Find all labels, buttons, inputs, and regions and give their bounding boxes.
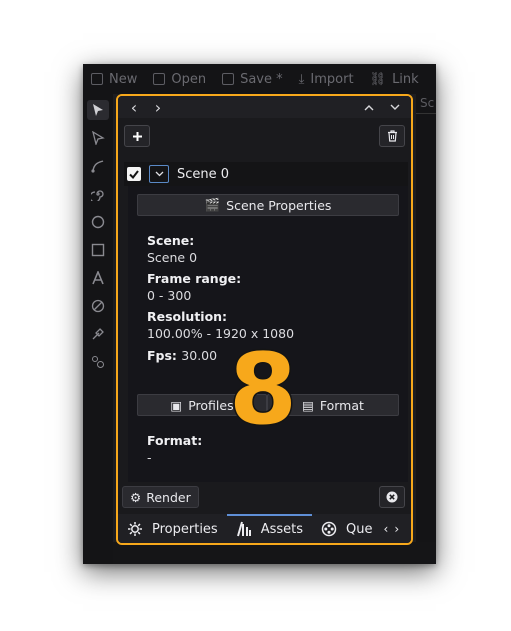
trash-icon — [387, 130, 397, 142]
picker-tool[interactable] — [87, 324, 109, 344]
film-reel-icon — [321, 521, 337, 537]
render-button[interactable]: ⚙ Render — [122, 486, 199, 508]
nav-back-icon[interactable]: ‹ — [126, 98, 142, 117]
toolbar-save[interactable]: Save * — [222, 72, 283, 87]
link-icon: ⛓ — [369, 71, 387, 87]
profiles-icon: ▣ — [170, 397, 183, 413]
eyedropper-icon — [92, 328, 104, 340]
format-field-value: - — [147, 450, 152, 465]
panel-toolbar — [118, 118, 411, 154]
plus-icon — [132, 131, 142, 141]
select-tool[interactable] — [87, 100, 109, 120]
format-field-label: Format: — [147, 433, 203, 448]
text-a-icon — [92, 271, 104, 285]
tab-properties-label: Properties — [152, 521, 218, 537]
scene-properties-button[interactable]: 🎬 Scene Properties — [137, 194, 399, 216]
slash-circle-icon — [91, 299, 105, 313]
format-label: Format — [319, 397, 364, 413]
stop-render-button[interactable] — [379, 486, 405, 508]
toolbar-open-label: Open — [171, 71, 207, 87]
square-icon — [91, 243, 105, 257]
eraser-tool[interactable] — [87, 296, 109, 316]
folder-icon — [153, 73, 166, 85]
fps-value: 30.00 — [181, 348, 218, 363]
clapperboard-icon: 🎬 — [204, 197, 221, 212]
new-file-icon — [91, 73, 103, 85]
save-icon — [222, 73, 235, 85]
film-icon: ▤ — [302, 397, 314, 413]
toolbar-new[interactable]: New — [91, 72, 137, 87]
pointer-icon — [93, 104, 103, 116]
tab-properties[interactable]: Properties — [118, 514, 227, 543]
bubbles-icon — [92, 356, 104, 368]
frame-range-value: 0 - 300 — [147, 288, 192, 303]
bubbles-tool[interactable] — [87, 352, 109, 372]
ellipse-tool[interactable] — [87, 212, 109, 232]
render-label: Render — [146, 489, 191, 505]
import-icon: ⤓ — [298, 71, 305, 87]
assets-icon — [236, 521, 251, 537]
chevron-up-icon[interactable] — [361, 99, 377, 115]
text-tool[interactable] — [87, 268, 109, 288]
tab-assets[interactable]: Assets — [226, 514, 313, 543]
toolbar-open[interactable]: Open — [153, 72, 206, 87]
right-tab[interactable]: Sc — [416, 94, 436, 114]
node-tool[interactable] — [87, 128, 109, 148]
render-row: ⚙ Render — [118, 484, 411, 510]
panel-tabs: Properties Assets Que ‹ › — [118, 514, 411, 543]
scene-visible-checkbox[interactable] — [127, 167, 141, 181]
render-icon: ⚙ — [130, 489, 142, 505]
add-scene-button[interactable] — [124, 125, 150, 147]
frame-range-label: Frame range: — [147, 271, 242, 286]
fps-field: Fps: 30.00 — [147, 348, 217, 363]
tab-queue[interactable]: Que — [312, 514, 381, 543]
scene-field-label: Scene: — [147, 233, 195, 248]
app-toolbar: New Open Save * ⤓ Import ⛓ Link — [83, 64, 436, 94]
chevron-down-icon[interactable] — [387, 99, 403, 115]
spiral-icon — [91, 190, 104, 201]
toolbar-import-label: Import — [310, 71, 354, 87]
close-circle-icon — [386, 491, 398, 503]
fps-label: Fps: — [147, 348, 177, 363]
scene-field-value: Scene 0 — [147, 250, 198, 265]
delete-scene-button[interactable] — [379, 125, 405, 147]
bottom-dim-area — [113, 542, 436, 564]
spiral-tool[interactable] — [87, 184, 109, 204]
node-pointer-icon — [92, 131, 105, 145]
scene-expand-toggle[interactable] — [149, 165, 169, 183]
toolbar-link-label: Link — [392, 71, 419, 87]
scene-panel: ‹ › Scene 0 🎬 Scene Properties Scene: Sc… — [116, 94, 413, 545]
circle-icon — [91, 215, 105, 229]
toolbar-import[interactable]: ⤓ Import — [299, 72, 354, 87]
sun-gear-icon — [128, 522, 142, 536]
scene-name: Scene 0 — [177, 166, 230, 182]
step-number-badge: 8 — [227, 333, 298, 447]
tool-strip — [83, 94, 113, 564]
nav-forward-icon[interactable]: › — [150, 98, 166, 117]
rectangle-tool[interactable] — [87, 240, 109, 260]
toolbar-link[interactable]: ⛓ Link — [370, 72, 419, 87]
check-icon — [129, 169, 139, 179]
tab-queue-label: Que — [346, 521, 373, 537]
toolbar-save-label: Save * — [240, 71, 283, 87]
right-strip — [416, 94, 436, 564]
scene-row[interactable]: Scene 0 — [124, 162, 408, 186]
tab-assets-label: Assets — [260, 521, 304, 537]
chevron-down-icon — [155, 171, 163, 177]
curve-tool[interactable] — [87, 156, 109, 176]
scene-properties-label: Scene Properties — [226, 197, 332, 213]
panel-nav: ‹ › — [118, 96, 411, 118]
resolution-label: Resolution: — [147, 309, 228, 324]
tab-scroll-right-icon[interactable]: › — [394, 522, 399, 536]
toolbar-new-label: New — [109, 71, 138, 87]
tab-scroll-left-icon[interactable]: ‹ — [384, 522, 389, 536]
curve-icon — [91, 160, 104, 173]
tab-scroll-arrows: ‹ › — [382, 522, 400, 536]
